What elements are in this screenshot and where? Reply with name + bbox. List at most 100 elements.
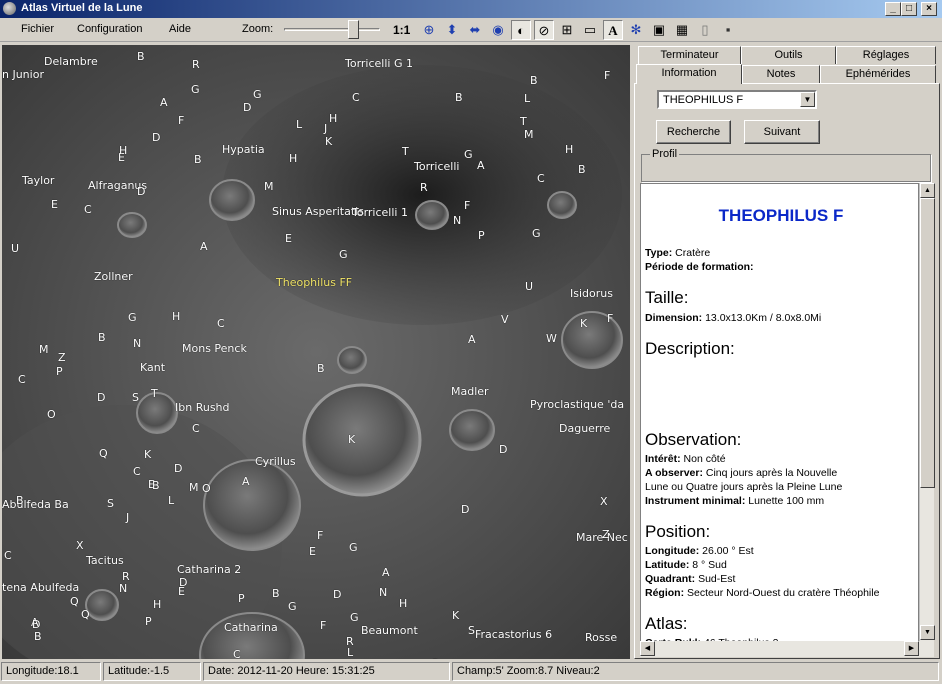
zoom-slider-thumb[interactable] [348, 20, 359, 39]
menu-aide[interactable]: Aide [169, 23, 191, 35]
maximize-button[interactable]: □ [901, 2, 917, 16]
map-feature-label[interactable]: B [317, 362, 325, 375]
map-feature-label[interactable]: O [47, 408, 56, 421]
map-feature-label[interactable]: C [192, 422, 200, 435]
map-feature-label[interactable]: M [189, 481, 199, 494]
map-feature-label[interactable]: R [192, 58, 200, 71]
object-combo[interactable]: THEOPHILUS F ▼ [657, 90, 817, 109]
map-feature-label[interactable]: F [320, 619, 326, 632]
map-feature-label[interactable]: C [84, 203, 92, 216]
zoom-slider-track[interactable] [284, 28, 380, 31]
map-feature-label[interactable]: Catharina 2 [177, 563, 241, 576]
flip-horizontal-icon[interactable]: ⬌ [465, 20, 485, 40]
map-feature-label[interactable]: G [339, 248, 348, 261]
map-feature-label[interactable]: Rosse [585, 631, 617, 644]
map-feature-label[interactable]: G [288, 600, 297, 613]
map-feature-label[interactable]: Abulfeda Ba [2, 498, 69, 511]
map-feature-label[interactable]: Sinus Asperitatis [272, 205, 364, 218]
tab-information[interactable]: Information [636, 64, 742, 84]
map-feature-label[interactable]: Daguerre [559, 422, 610, 435]
map-feature-label[interactable]: N [119, 582, 127, 595]
map-feature-label[interactable]: F [607, 312, 613, 325]
map-feature-label[interactable]: U [525, 280, 533, 293]
map-feature-label[interactable]: Fracastorius 6 [475, 628, 552, 641]
map-feature-label[interactable]: Delambre [44, 55, 98, 68]
map-feature-label[interactable]: E [178, 585, 185, 598]
map-feature-label[interactable]: B [578, 163, 586, 176]
map-feature-label[interactable]: Taylor [22, 174, 54, 187]
map-feature-label[interactable]: F [317, 529, 323, 542]
map-feature-label[interactable]: Hypatia [222, 143, 265, 156]
map-feature-label[interactable]: F [604, 69, 610, 82]
globe-icon[interactable]: ◉ [488, 20, 508, 40]
map-feature-label[interactable]: H [329, 112, 337, 125]
menu-fichier[interactable]: Fichier [21, 23, 54, 35]
map-feature-label[interactable]: Beaumont [361, 624, 418, 637]
map-feature-label[interactable]: U [11, 242, 19, 255]
map-feature-label[interactable]: Ibn Rushd [175, 401, 230, 414]
map-feature-label[interactable]: B [455, 91, 463, 104]
scroll-right-icon[interactable]: ▶ [904, 641, 919, 656]
tab-reglages[interactable]: Réglages [836, 46, 936, 64]
map-feature-label[interactable]: H [119, 144, 127, 157]
map-feature-label[interactable]: D [333, 588, 341, 601]
map-feature-label[interactable]: E [51, 198, 58, 211]
map-feature-label[interactable]: Mons Penck [182, 342, 247, 355]
map-feature-label[interactable]: T [151, 387, 158, 400]
map-feature-label[interactable]: F [178, 114, 184, 127]
map-feature-label[interactable]: P [478, 229, 485, 242]
one-to-one-button[interactable]: 1:1 [393, 23, 410, 37]
map-feature-label[interactable]: N [133, 337, 141, 350]
map-feature-label[interactable]: G [191, 83, 200, 96]
map-feature-label[interactable]: D [152, 131, 160, 144]
map-feature-label[interactable]: L [524, 92, 530, 105]
map-feature-label[interactable]: D [243, 101, 251, 114]
map-feature-label[interactable]: F [464, 199, 470, 212]
map-feature-label[interactable]: Kant [140, 361, 165, 374]
tab-notes[interactable]: Notes [742, 65, 820, 83]
document-icon[interactable]: ▯ [695, 20, 715, 40]
map-feature-label[interactable]: N [379, 586, 387, 599]
map-feature-label[interactable]: B [530, 74, 538, 87]
info-vertical-scrollbar[interactable]: ▲ ▼ [919, 183, 935, 657]
map-feature-label[interactable]: L [296, 118, 302, 131]
map-feature-label[interactable]: M [264, 180, 274, 193]
map-feature-label[interactable]: C [133, 465, 141, 478]
map-feature-label[interactable]: G [532, 227, 541, 240]
vertical-scroll-thumb[interactable] [920, 198, 935, 488]
flip-vertical-icon[interactable]: ⬍ [442, 20, 462, 40]
map-feature-label[interactable]: G [464, 148, 473, 161]
scroll-left-icon[interactable]: ◀ [640, 641, 655, 656]
map-feature-label[interactable]: B [272, 587, 280, 600]
map-feature-label[interactable]: S [132, 391, 139, 404]
map-feature-label[interactable]: n Junior [2, 68, 44, 81]
map-feature-label[interactable]: H [399, 597, 407, 610]
map-feature-label[interactable]: X [76, 539, 84, 552]
chevron-down-icon[interactable]: ▼ [800, 92, 815, 107]
map-feature-label[interactable]: A [477, 159, 485, 172]
map-feature-label[interactable]: B [16, 494, 24, 507]
map-feature-label[interactable]: D [174, 462, 182, 475]
map-feature-label[interactable]: C [233, 648, 241, 659]
tab-terminateur[interactable]: Terminateur [638, 46, 741, 64]
map-feature-label[interactable]: T [402, 145, 409, 158]
map-feature-label[interactable]: Torricelli G 1 [345, 57, 413, 70]
map-feature-label[interactable]: V [501, 313, 509, 326]
scroll-down-icon[interactable]: ▼ [920, 625, 935, 640]
map-feature-label[interactable]: C [217, 317, 225, 330]
map-feature-label[interactable]: R [420, 181, 428, 194]
map-feature-label[interactable]: K [452, 609, 459, 622]
map-feature-label[interactable]: S [107, 497, 114, 510]
orbit-icon[interactable]: ⊘ [534, 20, 554, 40]
map-feature-label[interactable]: P [238, 592, 245, 605]
map-feature-label[interactable]: S [468, 624, 475, 637]
map-feature-label[interactable]: Catharina [224, 621, 278, 634]
map-feature-label[interactable]: X [600, 495, 608, 508]
close-button[interactable]: × [921, 2, 937, 16]
map-feature-label[interactable]: D [137, 185, 145, 198]
map-feature-label[interactable]: E [285, 232, 292, 245]
map-feature-label[interactable]: D [97, 391, 105, 404]
map-feature-label[interactable]: A [468, 333, 476, 346]
target-icon[interactable]: ⊕ [419, 20, 439, 40]
map-feature-label[interactable]: J [324, 122, 327, 135]
